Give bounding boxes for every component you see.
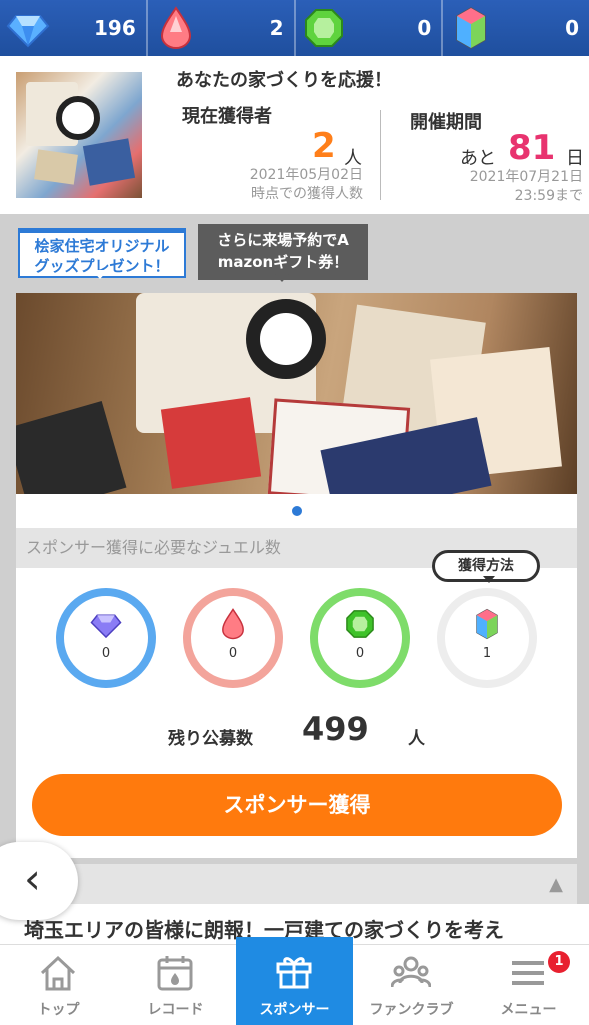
required-emerald-value: 0 [355,646,365,661]
diamond-icon [6,15,50,48]
diamond-icon [90,614,122,639]
nav-item-sponsor[interactable]: スポンサー [236,937,353,1025]
sponsor-thumbnail[interactable] [16,72,142,198]
back-button[interactable]: ‹ [0,842,78,920]
campaign-photo-carousel[interactable] [16,293,577,494]
remaining-slots-label: 残り公募数 [168,729,253,749]
nav-label-top: トップ [37,1002,80,1018]
collapsible-section-header[interactable]: ▲ [16,864,577,904]
rainbow-count: 0 [565,16,579,40]
rainbow-gem-icon [476,608,498,640]
bottom-navigation: トップ レコード スポンサー ファンクラブ 1 メニュー [0,937,589,1025]
jewel-emerald: 0 [293,0,442,56]
nav-label-record: レコード [147,1002,204,1018]
sponsor-title: あなたの家づくりを応援！ [176,70,392,91]
home-icon [40,955,76,991]
calendar-icon [157,956,193,991]
sponsor-summary: あなたの家づくりを応援！ 現在獲得者 開催期間 2 人 あと 81 日 2021… [0,56,589,214]
ruby-drop-icon [222,608,244,640]
required-rainbow-value: 1 [482,646,492,661]
required-ruby-ring: 0 [183,588,283,688]
remaining-days: 81 [508,128,556,168]
diamond-count: 196 [94,16,136,40]
nav-item-top[interactable]: トップ [0,945,117,1025]
chevron-up-icon[interactable]: ▲ [549,874,563,895]
emerald-icon [304,9,343,47]
get-sponsor-button[interactable]: スポンサー獲得 [32,774,562,836]
jewel-balance-bar: 196 2 0 0 [0,0,589,56]
remaining-slots-count: 499 [302,710,369,748]
required-rainbow-ring: 1 [437,588,537,688]
remaining-prefix: あと [460,148,496,169]
notification-badge: 1 [548,951,570,973]
required-diamond-value: 0 [101,646,111,661]
nav-item-menu[interactable]: 1 メニュー [470,945,587,1025]
gift-card-tag: さらに来場予約でA mazonギフト券！ [198,224,368,282]
current-winners-count: 2 [312,126,336,166]
required-emerald-ring: 0 [310,588,410,688]
period-end-note: 2021年07月21日 23:59まで [469,169,583,204]
current-winners-label: 現在獲得者 [182,106,272,127]
emerald-count: 0 [417,16,432,40]
jewel-diamond: 196 [0,0,146,56]
nav-label-sponsor: スポンサー [259,1002,330,1018]
chevron-left-icon: ‹ [24,854,41,903]
nav-label-fanclub: ファンクラブ [369,1002,454,1018]
nav-item-fanclub[interactable]: ファンクラブ [353,945,470,1025]
required-ruby-value: 0 [228,646,238,661]
period-label: 開催期間 [410,112,482,133]
original-goods-tag: 桧家住宅オリジナル グッズプレゼント！ [18,228,186,279]
ruby-drop-icon [160,6,191,49]
jewel-requirement-panel: 0 0 0 1 獲得方法 残り公募数 499 人 スポンサー獲得 [16,550,577,858]
gift-icon [276,957,312,989]
menu-icon [512,961,544,985]
people-icon [391,956,431,988]
carousel-dot-active[interactable] [292,506,302,516]
nav-label-menu: メニュー [500,1002,557,1018]
ruby-count: 2 [269,16,284,40]
jewel-ruby: 2 [145,0,294,56]
carousel-pager [16,494,577,528]
remaining-days-unit: 日 [566,148,584,169]
current-winners-note: 2021年05月02日 時点での獲得人数 [249,167,363,202]
jewel-rainbow: 0 [441,0,589,56]
divider [380,110,381,200]
rainbow-gem-icon [456,7,486,49]
how-to-get-button[interactable]: 獲得方法 [432,550,540,583]
emerald-icon [346,610,374,638]
nav-item-record[interactable]: レコード [117,945,234,1025]
required-diamond-ring: 0 [56,588,156,688]
remaining-slots-unit: 人 [408,729,425,749]
